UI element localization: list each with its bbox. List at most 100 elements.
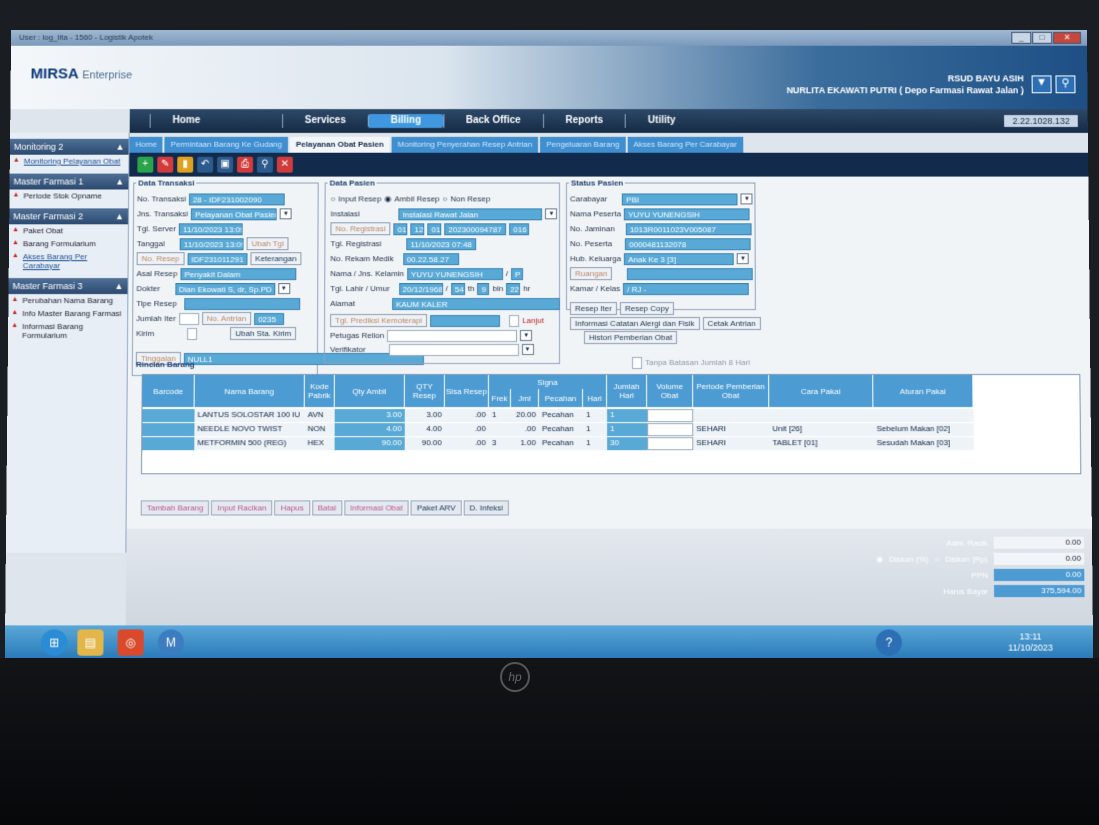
ubah-tgl-button[interactable]: Ubah Tgl	[247, 237, 289, 250]
alergi-button[interactable]: Informasi Catatan Alergi dan Fisik	[570, 317, 700, 330]
table-cell[interactable]	[142, 437, 194, 450]
tab-permintaan-barang[interactable]: Permintaan Barang Ke Gudang	[165, 137, 288, 153]
diskon-value[interactable]: 0.00	[994, 553, 1084, 565]
tab-pengeluaran-barang[interactable]: Pengeluaran Barang	[540, 137, 625, 153]
sidebar-item-monitoring-pelayanan[interactable]: Monitoring Pelayanan Obat	[10, 155, 129, 168]
sidebar-item-akses-barang[interactable]: Akses Barang Per Carabayar	[9, 250, 128, 272]
instalasi-select[interactable]: Instalasi Rawat Jalan	[399, 208, 543, 220]
menu-utility[interactable]: Utility	[625, 114, 698, 128]
pecahan-checkbox[interactable]: Pecahan	[539, 437, 583, 450]
table-cell[interactable]: SEHARI	[693, 423, 769, 436]
table-cell[interactable]	[647, 409, 693, 422]
tab-pelayanan-obat[interactable]: Pelayanan Obat Pasien	[290, 137, 390, 153]
kemoterapi-field[interactable]	[430, 315, 500, 327]
maximize-icon[interactable]: □	[1032, 32, 1052, 44]
table-cell[interactable]: .00	[511, 423, 539, 436]
table-cell[interactable]: 3.00	[405, 409, 445, 422]
table-cell[interactable]: 1.00	[511, 437, 539, 450]
table-cell[interactable]	[647, 437, 693, 450]
menu-reports[interactable]: Reports	[543, 114, 625, 128]
verifikator-select[interactable]	[389, 343, 519, 355]
table-cell[interactable]: 90.00	[335, 437, 405, 450]
table-cell[interactable]	[142, 423, 194, 436]
chevron-down-icon[interactable]: ▼	[280, 208, 292, 219]
table-cell[interactable]: 1	[489, 409, 511, 422]
table-cell[interactable]: .00	[445, 437, 489, 450]
kirim-checkbox[interactable]	[187, 328, 197, 340]
table-cell[interactable]: Unit [26]	[769, 423, 873, 436]
start-icon[interactable]: ⊞	[41, 629, 67, 655]
table-cell[interactable]: AVN	[305, 409, 335, 422]
table-cell[interactable]	[693, 409, 769, 422]
table-cell[interactable]: 1	[607, 423, 647, 436]
sidebar-item-perubahan-nama[interactable]: Perubahan Nama Barang	[8, 294, 127, 307]
table-cell[interactable]: 4.00	[335, 423, 405, 436]
table-cell[interactable]: .00	[445, 423, 489, 436]
table-cell[interactable]	[142, 409, 194, 422]
sidebar-item-paket-obat[interactable]: Paket Obat	[9, 224, 128, 237]
informasi-obat-button[interactable]: Informasi Obat	[344, 500, 409, 515]
app-icon[interactable]: ◎	[117, 629, 143, 655]
table-cell[interactable]: .00	[445, 409, 489, 422]
input-racikan-button[interactable]: Input Racikan	[211, 500, 272, 515]
tanggal-field[interactable]: 11/10/2023 13:09	[180, 238, 244, 250]
lanjut-checkbox[interactable]	[509, 315, 519, 327]
hub-keluarga-select[interactable]: Anak Ke 3 [3]	[624, 253, 734, 265]
section-master-farmasi-2[interactable]: Master Farmasi 2 ▲	[9, 208, 128, 224]
table-cell[interactable]: 1	[583, 423, 607, 436]
table-cell[interactable]: 20.00	[511, 409, 539, 422]
pecahan-checkbox[interactable]: Pecahan	[539, 423, 583, 436]
table-cell[interactable]: NEEDLE NOVO TWIST	[194, 423, 304, 436]
menu-home[interactable]: Home	[150, 114, 223, 128]
chevron-down-icon[interactable]: ▼	[520, 330, 532, 341]
reg-field[interactable]: 202300094787	[444, 223, 506, 235]
ubah-sta-kirim-button[interactable]: Ubah Sta. Kirim	[230, 327, 296, 340]
carabayar-select[interactable]: PBI	[622, 193, 738, 205]
batal-button[interactable]: Batal	[312, 500, 342, 515]
delete-icon[interactable]: ▮	[177, 157, 193, 173]
table-cell[interactable]: 1	[583, 409, 607, 422]
chevron-down-icon[interactable]: ▼	[278, 283, 290, 294]
undo-icon[interactable]: ↶	[197, 157, 213, 173]
save-icon[interactable]: ▣	[217, 157, 233, 173]
sidebar-item-periode-stok[interactable]: Periode Stok Opname	[9, 189, 128, 202]
search-icon[interactable]: ⚲	[257, 157, 273, 173]
table-cell[interactable]: 30	[607, 437, 647, 450]
chevron-down-icon[interactable]: ▼	[741, 193, 753, 204]
table-cell[interactable]: SEHARI	[693, 437, 769, 450]
jumlah-iter-field[interactable]	[179, 313, 199, 325]
table-cell[interactable]: 3.00	[335, 409, 405, 422]
mirsa-app-icon[interactable]: M	[158, 629, 184, 655]
table-cell[interactable]: 1	[583, 437, 607, 450]
table-cell[interactable]: Sebelum Makan [02]	[873, 423, 973, 436]
reg-field[interactable]: 01	[394, 223, 408, 235]
new-icon[interactable]: +	[137, 157, 153, 173]
pecahan-checkbox[interactable]: Pecahan	[539, 409, 583, 422]
menu-back-office[interactable]: Back Office	[443, 114, 543, 128]
keterangan-button[interactable]: Keterangan	[250, 252, 301, 265]
table-cell[interactable]: METFORMIN 500 (REG)	[194, 437, 304, 450]
paket-arv-button[interactable]: Paket ARV	[411, 500, 462, 515]
tab-monitoring-penyerahan[interactable]: Monitoring Penyerahan Resep Antrian	[392, 137, 539, 153]
jns-transaksi-select[interactable]: Pelayanan Obat Pasien	[191, 208, 277, 220]
table-cell[interactable]: 90.00	[405, 437, 445, 450]
hapus-button[interactable]: Hapus	[275, 500, 310, 515]
print-icon[interactable]: ⎙	[237, 157, 253, 173]
resep-iter-button[interactable]: Resep Iter	[570, 302, 617, 315]
tipe-resep-field[interactable]	[184, 298, 300, 310]
section-master-farmasi-3[interactable]: Master Farmasi 3 ▲	[8, 278, 127, 294]
help-icon[interactable]: ?	[876, 629, 902, 655]
edit-icon[interactable]: ✎	[157, 157, 173, 173]
dokter-select[interactable]: Dian Ekowati S, dr, Sp.PD	[175, 283, 275, 295]
resep-copy-button[interactable]: Resep Copy	[620, 302, 674, 315]
table-cell[interactable]: 1	[607, 409, 647, 422]
folder-icon[interactable]: ▤	[77, 629, 103, 655]
no-resep-field[interactable]: IDF231011291	[187, 253, 247, 265]
radio-non-resep[interactable]: ○	[443, 194, 448, 203]
sidebar-item-barang-formularium[interactable]: Barang Formularium	[9, 237, 128, 250]
menu-services[interactable]: Services	[282, 114, 368, 128]
table-cell[interactable]	[489, 423, 511, 436]
no-transaksi-field[interactable]: 28 - IDF231002090	[189, 193, 285, 205]
reg-field[interactable]: 12	[411, 223, 425, 235]
radio-diskon-persen[interactable]: ◉	[876, 554, 883, 563]
